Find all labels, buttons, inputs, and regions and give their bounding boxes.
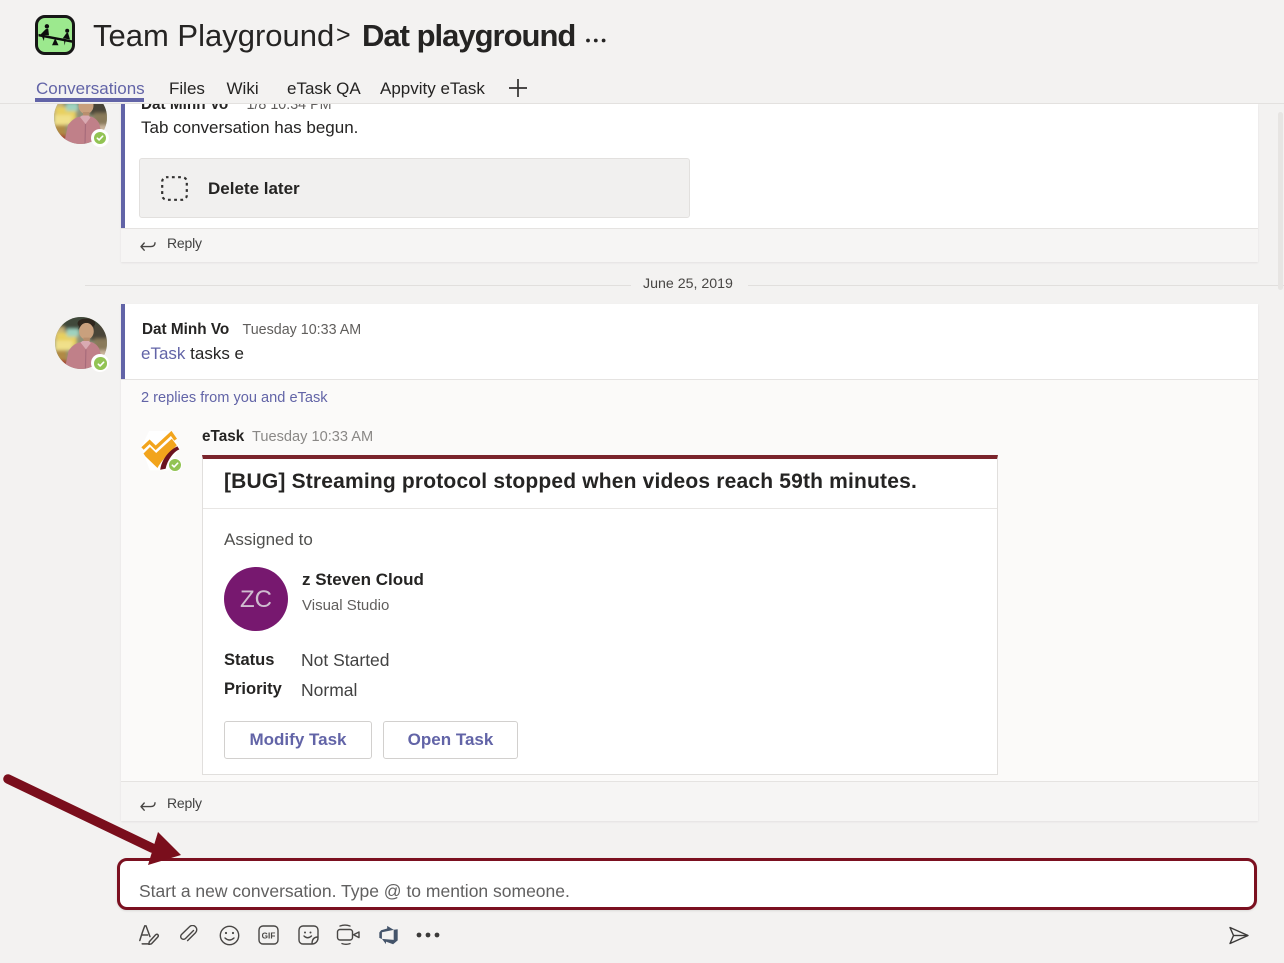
svg-text:GIF: GIF (262, 932, 276, 941)
